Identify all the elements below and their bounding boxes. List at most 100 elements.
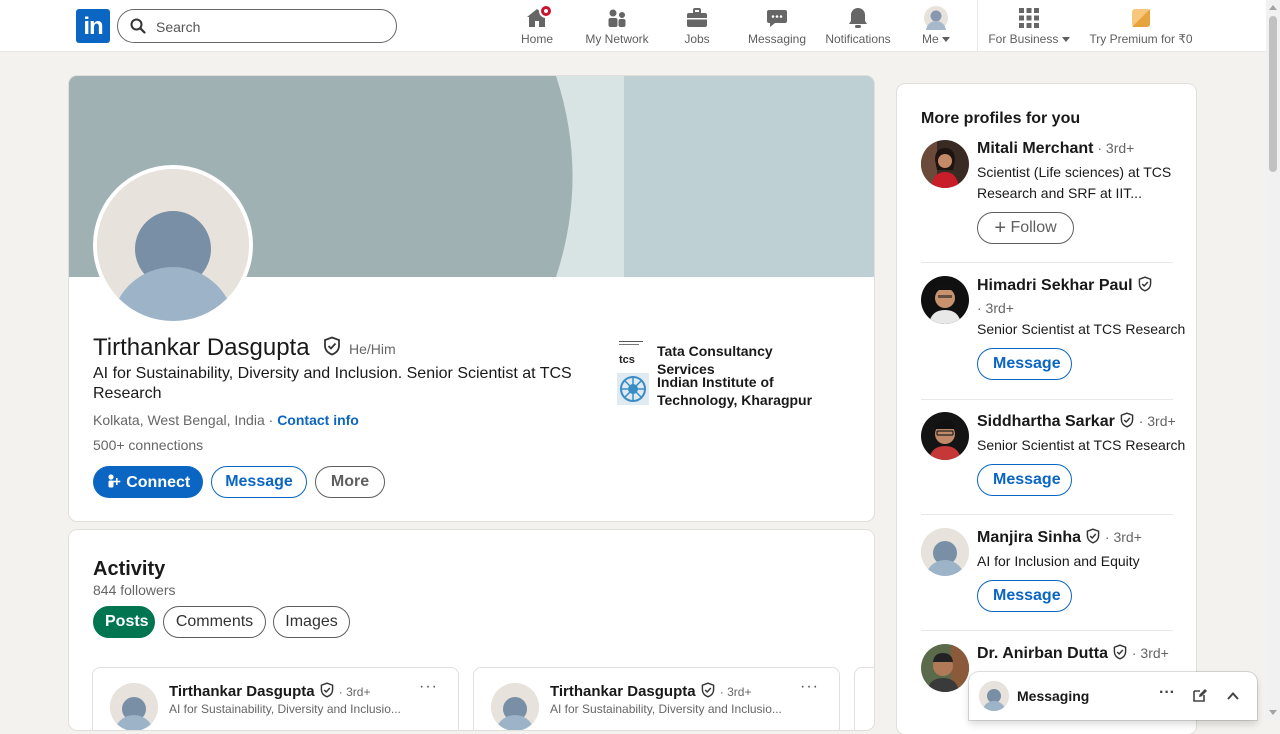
profile-photo <box>921 140 969 188</box>
profile-suggestion[interactable]: Mitali Merchant · 3rd+ Scientist (Life s… <box>921 140 1173 250</box>
message-button[interactable]: Message <box>977 464 1072 496</box>
more-options-icon[interactable]: ··· <box>1159 684 1175 702</box>
verified-icon <box>1113 644 1127 660</box>
profile-headline: Senior Scientist at TCS Research <box>977 437 1186 453</box>
avatar <box>924 6 948 30</box>
verified-icon <box>320 682 333 698</box>
post-headline: AI for Sustainability, Diversity and Inc… <box>550 702 782 716</box>
add-person-icon <box>108 473 121 487</box>
degree: · 3rd+ <box>977 300 1014 316</box>
chevron-down-icon <box>942 37 950 42</box>
verified-icon[interactable] <box>322 336 342 356</box>
bell-icon <box>849 8 867 28</box>
messaging-bar[interactable]: Messaging ··· <box>969 672 1257 720</box>
nav-notifications[interactable]: Notifications <box>820 0 896 52</box>
org-name: Indian Institute of Technology, Kharagpu… <box>657 374 813 408</box>
profile-photo <box>921 528 969 576</box>
post-author: Tirthankar Dasgupta · 3rd+ <box>169 682 370 700</box>
follow-button[interactable]: + Follow <box>977 212 1074 244</box>
plus-icon: + <box>994 216 1006 239</box>
post-author-name: Tirthankar Dasgupta <box>550 683 696 700</box>
compose-icon[interactable] <box>1192 687 1208 703</box>
location-text: Kolkata, West Bengal, India <box>93 412 265 428</box>
org-iit-kgp[interactable]: Indian Institute of Technology, Kharagpu… <box>617 373 827 413</box>
premium-icon <box>1132 9 1150 27</box>
name-text: Himadri Sekhar Paul <box>977 277 1133 294</box>
more-profiles-card: More profiles for you Mitali Merchant · … <box>897 84 1196 734</box>
chat-icon <box>767 10 787 27</box>
nav-my-network[interactable]: My Network <box>582 0 652 52</box>
connect-label: Connect <box>126 473 191 491</box>
nav-label: Notifications <box>825 32 891 46</box>
separator: · <box>264 412 278 428</box>
scroll-down-arrow-icon[interactable] <box>1269 710 1277 715</box>
iit-emblem-icon <box>620 376 646 402</box>
activity-title: Activity <box>93 558 166 580</box>
divider <box>921 514 1173 515</box>
post-card-partial[interactable] <box>854 667 874 730</box>
tab-comments[interactable]: Comments <box>163 606 266 638</box>
top-nav: in Home My Network Jobs Messaging Notifi… <box>0 0 1266 52</box>
tab-posts[interactable]: Posts <box>93 606 155 638</box>
post-headline: AI for Sustainability, Diversity and Inc… <box>169 702 401 716</box>
message-button[interactable]: Message <box>977 580 1072 612</box>
page-scrollbar[interactable] <box>1266 0 1280 720</box>
nav-try-premium[interactable]: Try Premium for ₹0 <box>1086 0 1196 52</box>
verified-icon <box>701 682 714 698</box>
profile-suggestion[interactable]: Manjira Sinha · 3rd+ AI for Inclusion an… <box>921 528 1173 618</box>
post-degree: · 3rd+ <box>719 685 752 699</box>
message-button[interactable]: Message <box>211 466 307 498</box>
connect-button[interactable]: Connect <box>93 466 203 498</box>
search-input[interactable] <box>156 16 386 38</box>
name-text: Mitali Merchant <box>977 140 1094 157</box>
for-business-label: For Business <box>988 32 1059 46</box>
post-card[interactable]: Tirthankar Dasgupta · 3rd+ AI for Sustai… <box>92 667 459 730</box>
post-author: Tirthankar Dasgupta · 3rd+ <box>550 682 751 700</box>
grid-icon <box>1019 8 1039 28</box>
search-icon <box>130 18 146 34</box>
nav-home[interactable]: Home <box>512 0 562 52</box>
post-avatar <box>491 683 539 730</box>
nav-label: Home <box>520 32 553 46</box>
profile-suggestion[interactable]: Siddhartha Sarkar · 3rd+ Senior Scientis… <box>921 412 1185 502</box>
chevron-down-icon <box>1061 37 1070 42</box>
name-text: Siddhartha Sarkar <box>977 413 1115 430</box>
profile-headline: Senior Scientist at TCS Research <box>977 321 1186 337</box>
default-avatar-icon <box>97 169 249 321</box>
profile-name: Mitali Merchant · 3rd+ <box>977 140 1134 158</box>
profile-suggestion[interactable]: Himadri Sekhar Paul · 3rd+ Senior Scient… <box>921 276 1185 386</box>
post-degree: · 3rd+ <box>338 685 371 699</box>
profile-avatar[interactable] <box>93 165 253 325</box>
scroll-up-arrow-icon[interactable] <box>1269 5 1277 10</box>
nav-messaging[interactable]: Messaging <box>745 0 809 52</box>
post-card[interactable]: Tirthankar Dasgupta · 3rd+ AI for Sustai… <box>473 667 840 730</box>
scrollbar-thumb[interactable] <box>1269 16 1277 172</box>
tcs-logo-text: tcs <box>619 354 635 366</box>
profile-name: Tirthankar Dasgupta <box>93 334 342 362</box>
message-button[interactable]: Message <box>977 348 1072 380</box>
search-box[interactable] <box>117 9 397 43</box>
verified-icon <box>1120 412 1134 428</box>
my-avatar <box>979 681 1009 711</box>
nav-jobs[interactable]: Jobs <box>672 0 722 52</box>
nav-me[interactable]: Me <box>914 0 958 52</box>
linkedin-logo[interactable]: in <box>76 9 110 43</box>
briefcase-icon <box>687 8 707 27</box>
degree: · 3rd+ <box>1134 413 1176 429</box>
more-button[interactable]: More <box>315 466 385 498</box>
tcs-logo: tcs <box>617 339 649 371</box>
messaging-title: Messaging <box>1017 688 1090 704</box>
nav-for-business[interactable]: For Business <box>986 0 1072 52</box>
profile-headline: Scientist (Life sciences) at TCS Researc… <box>977 164 1172 201</box>
followers-count: 844 followers <box>93 582 176 598</box>
profile-photo <box>921 276 969 324</box>
more-options-icon[interactable]: ··· <box>800 678 819 696</box>
connections-count[interactable]: 500+ connections <box>93 437 203 453</box>
chevron-up-icon[interactable] <box>1225 688 1241 704</box>
contact-info-link[interactable]: Contact info <box>277 412 359 428</box>
tab-images[interactable]: Images <box>273 606 350 638</box>
org-tcs[interactable]: tcs Tata Consultancy Services <box>617 339 827 377</box>
more-options-icon[interactable]: ··· <box>419 678 438 696</box>
degree: · 3rd+ <box>1127 645 1169 661</box>
profile-name: Dr. Anirban Dutta · 3rd+ <box>977 644 1169 663</box>
